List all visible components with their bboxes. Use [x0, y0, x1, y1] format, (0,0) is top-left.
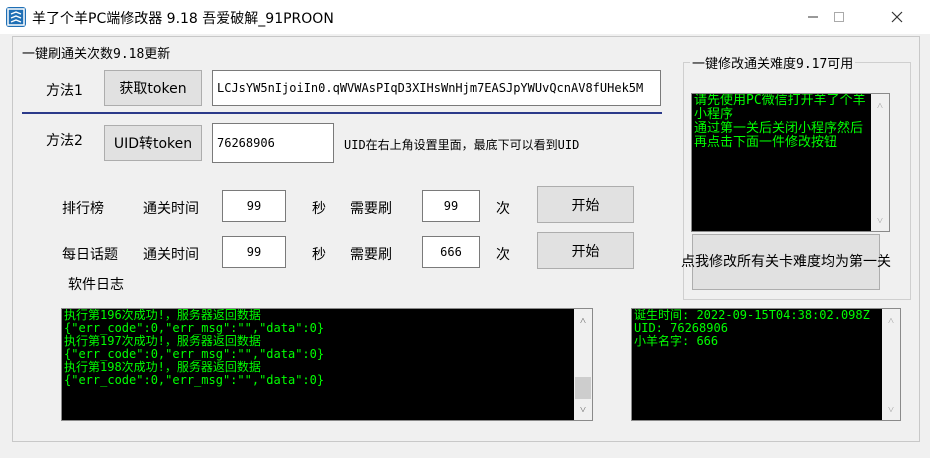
- daily-count-field[interactable]: 666: [422, 236, 480, 268]
- left-group-title: 一键刷通关次数9.18更新: [20, 43, 173, 62]
- scroll-up-icon[interactable]: ˄: [882, 311, 900, 329]
- uid-hint: UID在右上角设置里面，最底下可以看到UID: [344, 138, 580, 152]
- uid-field[interactable]: 76268906: [212, 123, 334, 163]
- ranking-need-label: 需要刷: [350, 201, 392, 217]
- scroll-down-icon[interactable]: ˅: [871, 211, 889, 229]
- token-field[interactable]: LCJsYW5nIjoiIn0.qWVWAsPIqD3XIHsWnHjm7EAS…: [212, 70, 661, 106]
- daily-label: 每日话题: [62, 247, 118, 263]
- daily-need-label: 需要刷: [350, 247, 392, 263]
- daily-times-label: 次: [496, 247, 510, 263]
- ranking-count-field[interactable]: 99: [422, 190, 480, 222]
- log-scrollbar[interactable]: ˄ ˅: [574, 309, 592, 420]
- scroll-up-icon[interactable]: ˄: [574, 311, 592, 329]
- scroll-thumb[interactable]: [575, 377, 591, 399]
- close-icon[interactable]: [874, 0, 920, 34]
- ranking-time-label: 通关时间: [143, 201, 199, 217]
- log-text: 执行第196次成功!，服务器返回数据 {"err_code":0,"err_ms…: [64, 308, 325, 387]
- instructions-box[interactable]: 请先使用PC微信打开羊了个羊小程序 通过第一关后关闭小程序然后再点击下面一件修改…: [691, 93, 890, 232]
- ranking-sec-label: 秒: [312, 201, 326, 217]
- ranking-times-label: 次: [496, 201, 510, 217]
- modify-difficulty-button[interactable]: 点我修改所有关卡难度均为第一关: [681, 234, 891, 290]
- get-token-button[interactable]: 获取token: [104, 70, 202, 106]
- ranking-start-button[interactable]: 开始: [537, 186, 634, 223]
- info-scrollbar[interactable]: ˄ ˅: [882, 309, 900, 420]
- title-bar: 羊了个羊PC端修改器 9.18 吾爱破解_91PROON: [0, 0, 930, 34]
- app-icon: [6, 7, 26, 27]
- info-text: 诞生时间: 2022-09-15T04:38:02.098Z UID: 7626…: [634, 308, 870, 348]
- log-label: 软件日志: [68, 277, 124, 293]
- divider: [22, 112, 662, 114]
- window-title: 羊了个羊PC端修改器 9.18 吾爱破解_91PROON: [32, 11, 334, 27]
- scroll-down-icon[interactable]: ˅: [574, 400, 592, 418]
- method1-label: 方法1: [46, 83, 83, 99]
- right-group-title: 一键修改通关难度9.17可用: [690, 53, 856, 72]
- info-console[interactable]: 诞生时间: 2022-09-15T04:38:02.098Z UID: 7626…: [631, 308, 901, 421]
- uid-to-token-button[interactable]: UID转token: [104, 125, 202, 161]
- scroll-down-icon[interactable]: ˅: [882, 400, 900, 418]
- scroll-up-icon[interactable]: ˄: [871, 96, 889, 114]
- instructions-text: 请先使用PC微信打开羊了个羊小程序 通过第一关后关闭小程序然后再点击下面一件修改…: [694, 93, 866, 150]
- daily-sec-label: 秒: [312, 247, 326, 263]
- daily-start-button[interactable]: 开始: [537, 232, 634, 269]
- log-console[interactable]: 执行第196次成功!，服务器返回数据 {"err_code":0,"err_ms…: [61, 308, 593, 421]
- method2-label: 方法2: [46, 133, 83, 149]
- daily-time-field[interactable]: 99: [222, 236, 286, 268]
- ranking-time-field[interactable]: 99: [222, 190, 286, 222]
- maximize-icon[interactable]: [816, 0, 862, 34]
- ranking-label: 排行榜: [62, 201, 104, 217]
- daily-time-label: 通关时间: [143, 247, 199, 263]
- instructions-scrollbar[interactable]: ˄ ˅: [871, 94, 889, 231]
